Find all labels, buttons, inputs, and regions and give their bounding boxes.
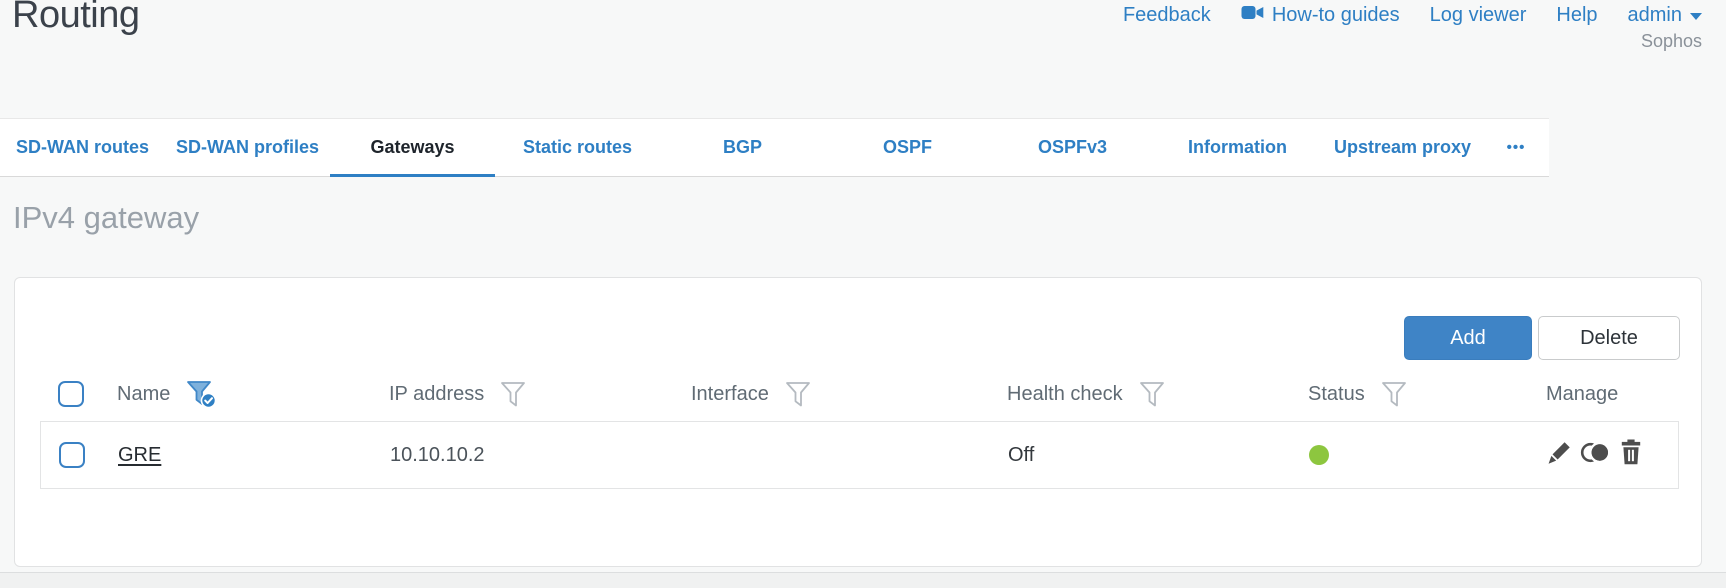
tab-gateways[interactable]: Gateways — [330, 119, 495, 177]
column-ip-address: IP address — [371, 381, 673, 408]
row-checkbox-cell — [41, 442, 100, 468]
video-camera-icon — [1241, 4, 1264, 27]
column-status-label: Status — [1308, 382, 1365, 405]
filter-icon[interactable] — [1381, 381, 1407, 408]
column-interface: Interface — [673, 381, 989, 408]
select-all-checkbox[interactable] — [58, 381, 84, 407]
row-health-cell: Off — [990, 444, 1291, 467]
delete-button[interactable]: Delete — [1538, 316, 1680, 360]
column-health-check: Health check — [989, 381, 1290, 408]
column-interface-label: Interface — [691, 382, 769, 405]
column-status: Status — [1290, 381, 1528, 408]
row-checkbox[interactable] — [59, 442, 85, 468]
routing-tabbar: SD-WAN routes SD-WAN profiles Gateways S… — [0, 118, 1549, 177]
row-manage-cell — [1529, 439, 1678, 471]
tab-ospfv3[interactable]: OSPFv3 — [990, 119, 1155, 176]
column-name: Name — [99, 380, 371, 409]
row-status-cell — [1291, 445, 1529, 465]
feedback-label: Feedback — [1122, 4, 1211, 26]
header-checkbox-cell — [40, 381, 99, 407]
section-title: IPv4 gateway — [13, 200, 200, 235]
filter-icon[interactable] — [1139, 381, 1165, 408]
gateway-health-check: Off — [1008, 443, 1035, 466]
feedback-link[interactable]: Feedback — [1123, 4, 1211, 27]
tab-ospf[interactable]: OSPF — [825, 119, 990, 176]
log-viewer-link[interactable]: Log viewer — [1430, 4, 1527, 27]
column-name-label: Name — [117, 382, 171, 405]
ipv4-gateway-panel: Add Delete Name IP address Interface Hea… — [14, 277, 1702, 567]
table-header: Name IP address Interface Health check S… — [40, 371, 1679, 417]
status-green-dot — [1309, 445, 1329, 465]
column-ip-address-label: IP address — [389, 382, 485, 405]
log-viewer-label: Log viewer — [1429, 4, 1527, 26]
tab-information[interactable]: Information — [1155, 119, 1320, 176]
tab-sd-wan-profiles[interactable]: SD-WAN profiles — [165, 119, 330, 176]
trash-icon[interactable] — [1619, 439, 1643, 471]
howto-guides-label: How-to guides — [1271, 4, 1400, 26]
clone-icon[interactable] — [1580, 440, 1611, 471]
filter-icon[interactable] — [785, 381, 811, 408]
tab-upstream-proxy[interactable]: Upstream proxy — [1320, 119, 1485, 176]
row-ip-cell: 10.10.10.2 — [372, 444, 674, 467]
admin-menu[interactable]: admin — [1628, 4, 1702, 27]
howto-guides-link[interactable]: How-to guides — [1241, 4, 1400, 27]
filter-active-icon[interactable] — [186, 380, 218, 409]
more-tabs-button[interactable]: ••• — [1485, 119, 1547, 176]
help-link[interactable]: Help — [1556, 4, 1597, 27]
chevron-down-icon — [1690, 13, 1702, 20]
gateway-ip: 10.10.10.2 — [390, 443, 485, 466]
column-manage: Manage — [1528, 383, 1679, 406]
tab-bgp[interactable]: BGP — [660, 119, 825, 176]
tab-sd-wan-routes[interactable]: SD-WAN routes — [0, 119, 165, 176]
add-button[interactable]: Add — [1404, 316, 1532, 360]
brand-label: Sophos — [1640, 31, 1702, 51]
help-label: Help — [1556, 4, 1598, 26]
page-footer-strip — [0, 572, 1726, 588]
table-row: GRE 10.10.10.2 Off — [40, 421, 1679, 489]
column-manage-label: Manage — [1546, 382, 1619, 405]
filter-icon[interactable] — [500, 381, 526, 408]
tab-static-routes[interactable]: Static routes — [495, 119, 660, 176]
row-name-cell: GRE — [100, 444, 372, 467]
page-title: Routing — [12, 0, 140, 36]
column-health-check-label: Health check — [1007, 382, 1123, 405]
admin-label: admin — [1627, 4, 1682, 26]
edit-icon[interactable] — [1547, 440, 1572, 471]
gateway-name-link[interactable]: GRE — [118, 444, 161, 467]
top-nav: Feedback How-to guides Log viewer Help a… — [1123, 4, 1702, 27]
routing-page: Routing Feedback How-to guides Log viewe… — [0, 0, 1726, 588]
